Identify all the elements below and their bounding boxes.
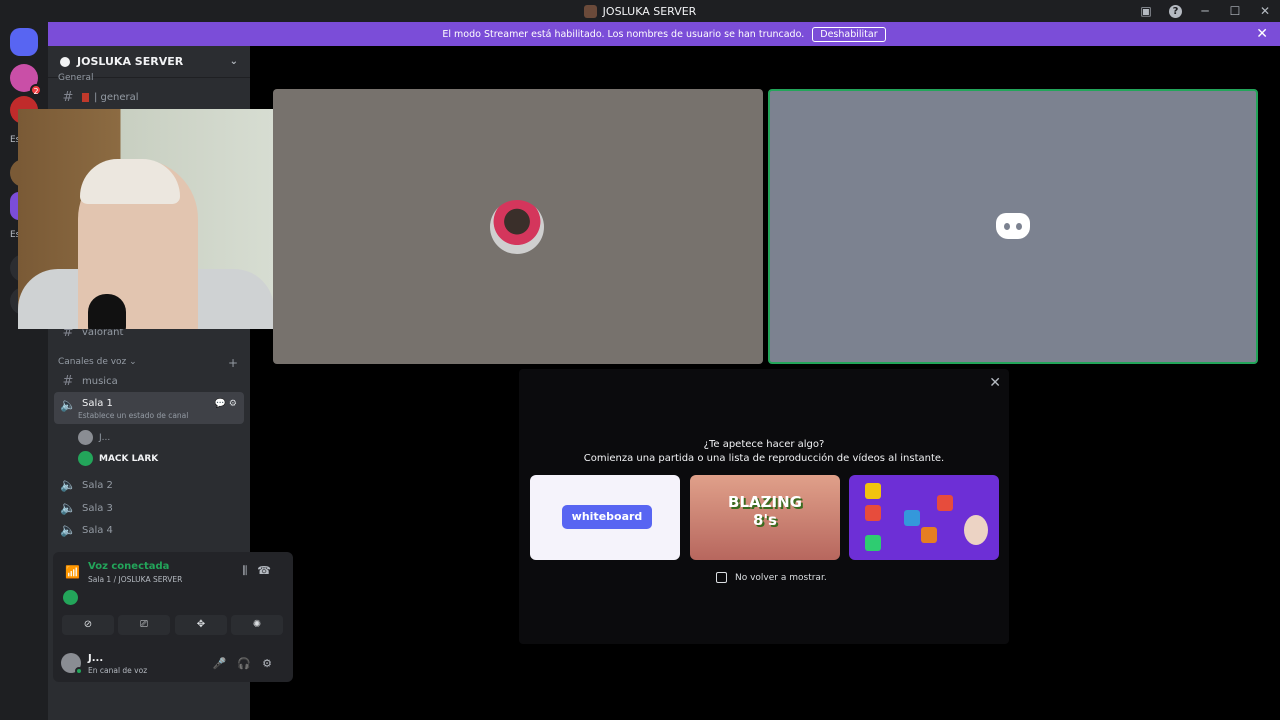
- channel-general[interactable]: # | general: [54, 86, 244, 108]
- chevron-down-icon[interactable]: ⌄: [230, 56, 238, 67]
- activities-button[interactable]: ✥: [175, 615, 227, 635]
- speaker-icon: 🔈: [60, 477, 77, 493]
- hand-icon: [964, 515, 988, 545]
- title-bar: JOSLUKA SERVER ▣ ? ─ ☐ ✕: [0, 0, 1280, 22]
- channel-label: Sala 4: [82, 524, 113, 536]
- video-tile-speaking[interactable]: [768, 89, 1258, 364]
- hash-icon: #: [62, 89, 74, 105]
- status-badge: [75, 667, 83, 675]
- voice-user[interactable]: J...: [78, 430, 110, 445]
- channel-label: musica: [82, 375, 118, 387]
- block-icon: [937, 495, 953, 511]
- dont-show-again[interactable]: No volver a mostrar.: [716, 572, 827, 583]
- activity-prompt: ✕ ¿Te apetece hacer algo? Comienza una p…: [519, 369, 1009, 644]
- webcam-cap: [80, 159, 180, 204]
- webcam-overlay: [18, 109, 274, 329]
- user-panel: J... En canal de voz 🎤🎧⚙: [53, 647, 293, 682]
- card-label: whiteboard: [562, 505, 652, 529]
- notification-badge: 2: [30, 84, 42, 96]
- voice-connection-panel: 📶 Voz conectada Sala 1 / JOSLUKA SERVER …: [53, 552, 293, 682]
- hash-icon: #: [62, 373, 74, 389]
- speaker-icon: 🔈: [60, 398, 77, 413]
- window-controls: ▣ ? ─ ☐ ✕: [1131, 0, 1280, 22]
- voice-channel-sala-3[interactable]: 🔈 Sala 3: [54, 497, 244, 519]
- minimize-button[interactable]: ─: [1190, 4, 1220, 18]
- checkbox-label: No volver a mostrar.: [735, 572, 827, 583]
- soundboard-button[interactable]: ✺: [231, 615, 283, 635]
- window-title: JOSLUKA SERVER: [602, 4, 697, 18]
- user-controls[interactable]: 🎤🎧⚙: [213, 657, 283, 670]
- discord-icon: [63, 590, 78, 605]
- username: J...: [88, 653, 104, 664]
- activity-card-whiteboard[interactable]: whiteboard: [530, 475, 680, 560]
- discord-icon: [996, 213, 1030, 239]
- close-icon[interactable]: ✕: [989, 375, 1001, 391]
- server-icon: [60, 56, 70, 67]
- block-icon: [865, 505, 881, 521]
- block-icon: [865, 483, 881, 499]
- channel-musica[interactable]: # musica: [54, 370, 244, 392]
- speaker-icon: 🔈: [60, 500, 77, 516]
- streamer-mode-banner: El modo Streamer está habilitado. Los no…: [48, 22, 1280, 46]
- guild-icon[interactable]: 2: [10, 64, 42, 96]
- server-avatar: [583, 4, 597, 18]
- screen-share-button[interactable]: ⎚: [118, 615, 170, 635]
- disable-streamer-button[interactable]: Deshabilitar: [812, 26, 886, 42]
- block-icon: [904, 510, 920, 526]
- close-icon[interactable]: ✕: [1256, 26, 1268, 42]
- help-icon[interactable]: ?: [1169, 4, 1182, 18]
- channel-label: Sala 1: [82, 398, 113, 409]
- book-icon: [82, 92, 89, 102]
- avatar: [78, 451, 93, 466]
- block-icon: [921, 527, 937, 543]
- add-channel-icon[interactable]: +: [228, 356, 238, 370]
- voice-status[interactable]: Voz conectada: [88, 561, 169, 572]
- voice-location: Sala 1 / JOSLUKA SERVER: [88, 575, 183, 584]
- maximize-button[interactable]: ☐: [1220, 4, 1250, 18]
- channel-actions[interactable]: 💬⚙: [215, 399, 240, 409]
- channel-status[interactable]: Establece un estado de canal: [78, 411, 188, 420]
- inbox-icon[interactable]: ▣: [1131, 4, 1161, 18]
- avatar: [490, 200, 544, 254]
- voice-controls[interactable]: ⫼☎: [242, 564, 281, 578]
- video-tile-user[interactable]: [273, 89, 763, 364]
- category-voice[interactable]: Canales de voz ⌄ +: [58, 356, 238, 370]
- activity-subtitle: Comienza una partida o una lista de repr…: [583, 453, 945, 464]
- voice-channel-sala-1[interactable]: 🔈 Sala 1 Establece un estado de canal 💬⚙: [54, 392, 244, 424]
- checkbox[interactable]: [716, 572, 727, 583]
- discord-home-icon[interactable]: [10, 28, 38, 56]
- server-name: JOSLUKA SERVER: [77, 55, 184, 68]
- avatar: [78, 430, 93, 445]
- user-status: En canal de voz: [88, 666, 148, 675]
- speaker-icon: 🔈: [60, 522, 77, 538]
- category-general[interactable]: General: [58, 73, 93, 83]
- card-label: BLAZING 8's: [728, 493, 802, 529]
- channel-label: Sala 3: [82, 502, 113, 514]
- channel-label: Sala 2: [82, 479, 113, 491]
- activity-card-puzzle[interactable]: [849, 475, 999, 560]
- activity-title: ¿Te apetece hacer algo?: [703, 439, 825, 450]
- camera-off-button[interactable]: ⊘: [62, 615, 114, 635]
- voice-channel-sala-4[interactable]: 🔈 Sala 4: [54, 519, 244, 541]
- block-icon: [865, 535, 881, 551]
- voice-user[interactable]: MACK LARK: [78, 451, 158, 466]
- signal-icon[interactable]: 📶: [65, 565, 80, 579]
- activity-card-blazing8s[interactable]: BLAZING 8's: [690, 475, 840, 560]
- close-window-button[interactable]: ✕: [1250, 4, 1280, 18]
- voice-channel-sala-2[interactable]: 🔈 Sala 2: [54, 474, 244, 496]
- channel-label: | general: [94, 91, 139, 103]
- webcam-microphone: [88, 294, 126, 329]
- banner-message: El modo Streamer está habilitado. Los no…: [442, 28, 805, 40]
